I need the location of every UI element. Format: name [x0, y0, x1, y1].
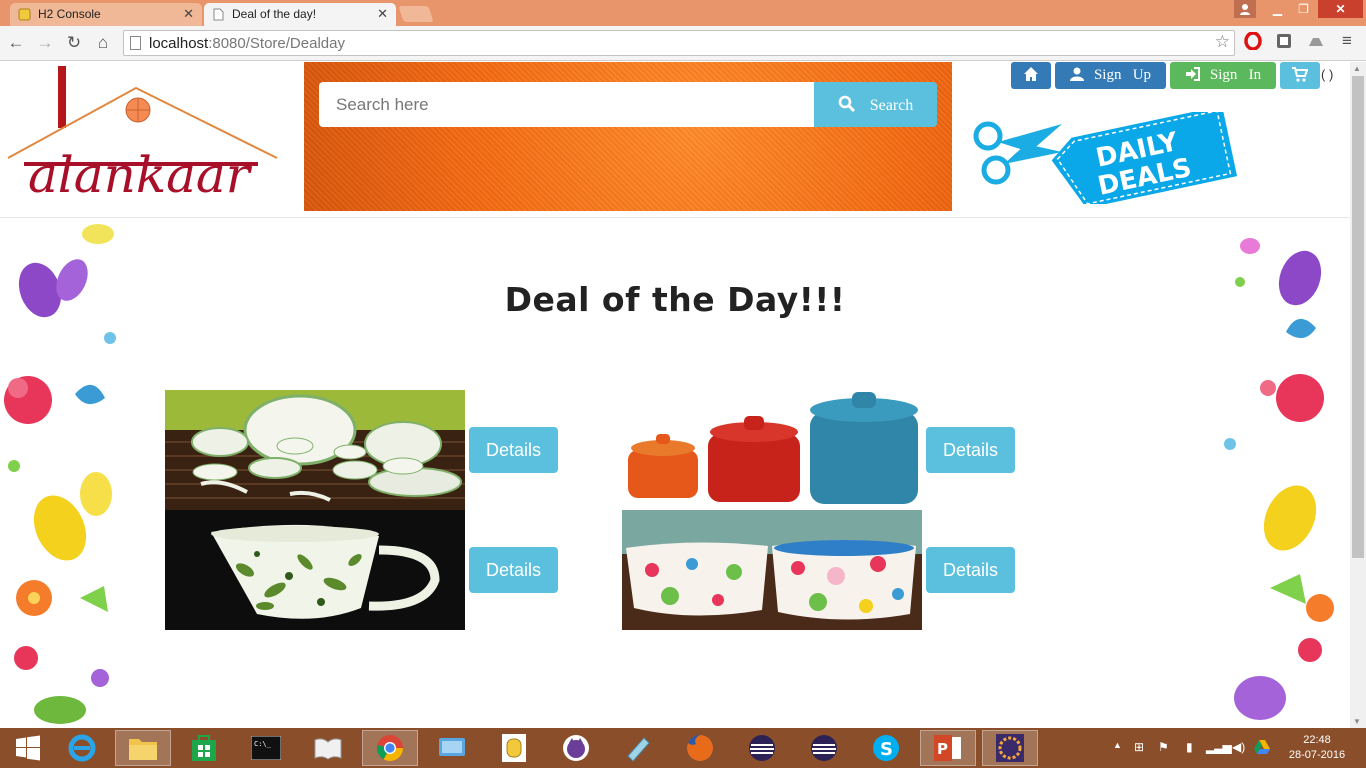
- search-input[interactable]: [319, 82, 814, 127]
- home-button[interactable]: [1011, 62, 1051, 89]
- drive-extension-icon[interactable]: [1307, 32, 1325, 50]
- google-drive-icon[interactable]: [1254, 740, 1270, 757]
- details-button[interactable]: Details: [469, 547, 558, 593]
- database-icon[interactable]: [486, 730, 542, 766]
- details-button[interactable]: Details: [926, 547, 1015, 593]
- address-bar[interactable]: localhost:8080/Store/Dealday ☆: [123, 30, 1235, 56]
- page-icon: [130, 36, 141, 50]
- user-icon: [1069, 67, 1084, 81]
- home-icon[interactable]: ⌂: [91, 31, 115, 55]
- tab-deal-of-the-day[interactable]: Deal of the day! ✕: [204, 3, 396, 26]
- product-image-dinner-set[interactable]: [165, 390, 465, 510]
- sign-in-button[interactable]: Sign In: [1170, 62, 1276, 89]
- reload-icon[interactable]: ↻: [62, 31, 86, 55]
- tab-title: H2 Console: [38, 7, 101, 21]
- opera-extension-icon[interactable]: [1244, 31, 1262, 51]
- command-prompt-icon[interactable]: C:\_: [238, 730, 294, 766]
- eclipse-icon[interactable]: [796, 730, 852, 766]
- page-favicon-icon: [212, 8, 225, 21]
- scissors-icon: [973, 121, 1062, 185]
- virtual-desktop-icon[interactable]: [424, 730, 480, 766]
- battery-icon[interactable]: ▮: [1186, 740, 1193, 754]
- sign-up-button[interactable]: Sign Up: [1055, 62, 1166, 89]
- firefox-icon[interactable]: [672, 730, 728, 766]
- product-image-canisters[interactable]: [622, 390, 922, 510]
- svg-text:alankaar: alankaar: [28, 146, 253, 204]
- eclipse-icon[interactable]: [734, 730, 790, 766]
- sign-up-label: Sign Up: [1093, 67, 1152, 83]
- minimize-button[interactable]: ▁: [1265, 0, 1290, 18]
- shopping-cart-icon: [1292, 67, 1309, 82]
- system-clock[interactable]: 22:48 28-07-2016: [1282, 733, 1352, 763]
- back-arrow-icon[interactable]: ←: [4, 31, 28, 55]
- user-profile-icon[interactable]: [1234, 0, 1256, 18]
- search-button[interactable]: Search: [814, 82, 937, 127]
- details-button[interactable]: Details: [926, 427, 1015, 473]
- tab-close-icon[interactable]: ✕: [183, 6, 194, 22]
- product-image-bowls[interactable]: [622, 510, 922, 630]
- alankaar-logo[interactable]: alankaar: [6, 62, 282, 212]
- tab-title: Deal of the day!: [232, 7, 317, 21]
- file-explorer-icon[interactable]: [115, 730, 171, 766]
- maximize-button[interactable]: ❐: [1291, 0, 1316, 18]
- chrome-icon[interactable]: [362, 730, 418, 766]
- h2-console-favicon-icon: [18, 8, 31, 21]
- start-windows-icon[interactable]: [0, 730, 56, 766]
- java-ee-ide-icon[interactable]: [982, 730, 1038, 766]
- sign-in-label: Sign In: [1209, 67, 1262, 83]
- page-viewport: alankaar Search Sign Up Sign In ( ): [0, 62, 1350, 728]
- details-button[interactable]: Details: [469, 427, 558, 473]
- menu-icon[interactable]: ≡: [1338, 32, 1356, 50]
- cart-button[interactable]: [1280, 62, 1320, 89]
- new-tab-button[interactable]: [398, 6, 434, 22]
- url-text[interactable]: localhost:8080/Store/Dealday: [149, 35, 345, 52]
- svg-text:P: P: [937, 740, 948, 758]
- svg-text:S: S: [880, 739, 893, 760]
- header-divider: [0, 217, 1350, 218]
- tab-close-icon[interactable]: ✕: [377, 6, 388, 22]
- reader-icon[interactable]: [300, 730, 356, 766]
- page-title: Deal of the Day!!!: [504, 280, 846, 319]
- log-in-icon: [1185, 67, 1200, 81]
- page-scrollbar[interactable]: ▲ ▼: [1350, 62, 1366, 728]
- bookmark-star-icon[interactable]: ☆: [1215, 32, 1230, 52]
- github-icon[interactable]: [548, 730, 604, 766]
- clock-date: 28-07-2016: [1288, 749, 1346, 761]
- windows-flag-icon[interactable]: ⊞: [1134, 740, 1144, 754]
- network-signal-icon[interactable]: ▂▃▅: [1206, 740, 1232, 754]
- scroll-up-icon[interactable]: ▲: [1353, 64, 1361, 73]
- product-image-tea-cup[interactable]: [165, 510, 465, 630]
- browser-toolbar: ← → ↻ ⌂ localhost:8080/Store/Dealday ☆: [0, 26, 1366, 61]
- search-button-label: Search: [869, 96, 914, 114]
- action-center-flag-icon[interactable]: ⚑: [1158, 740, 1169, 754]
- skype-icon[interactable]: S: [858, 730, 914, 766]
- tool-icon[interactable]: [610, 730, 666, 766]
- svg-text:C:\_: C:\_: [254, 740, 272, 748]
- show-hidden-icons-icon[interactable]: ▲: [1113, 740, 1122, 750]
- tab-strip: H2 Console ✕ Deal of the day! ✕ ▁ ❐ ✕: [0, 0, 1366, 26]
- volume-icon[interactable]: ◀): [1232, 740, 1245, 754]
- scrollbar-thumb[interactable]: [1352, 76, 1364, 558]
- internet-explorer-icon[interactable]: [54, 730, 110, 766]
- store-icon[interactable]: [176, 730, 232, 766]
- windows-taskbar: C:\_ S P ▲ ⊞ ⚑ ▮ ▂▃▅ ◀) 22:48 28-07-2016: [0, 728, 1366, 768]
- search-icon: [838, 95, 856, 115]
- extension-icon[interactable]: [1275, 32, 1293, 50]
- home-icon: [1024, 67, 1038, 81]
- tab-h2-console[interactable]: H2 Console ✕: [10, 3, 202, 26]
- forward-arrow-icon[interactable]: →: [33, 31, 57, 55]
- cart-count: ( ): [1321, 67, 1334, 82]
- clock-time: 22:48: [1303, 734, 1331, 746]
- powerpoint-icon[interactable]: P: [920, 730, 976, 766]
- close-window-button[interactable]: ✕: [1318, 0, 1363, 18]
- daily-deals-badge: DAILY DEALS: [970, 105, 1240, 209]
- scroll-down-icon[interactable]: ▼: [1353, 717, 1361, 726]
- search-banner: Search: [304, 62, 952, 211]
